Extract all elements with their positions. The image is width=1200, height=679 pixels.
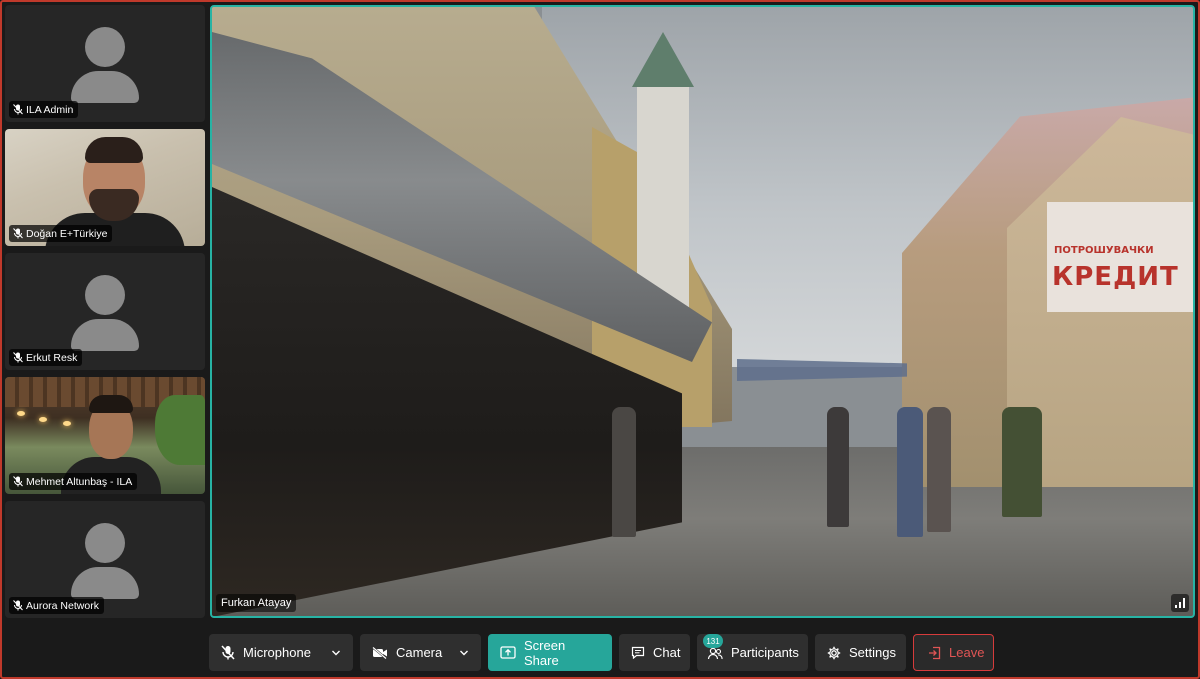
microphone-button[interactable]: Microphone — [243, 645, 311, 660]
video-pedestrian — [827, 407, 849, 527]
participant-tile[interactable]: Erkut Resk — [5, 253, 205, 370]
video-pedestrian — [927, 407, 951, 532]
video-frame: ПОТРОШУВАЧКИ КРЕДИТ — [212, 7, 1193, 616]
mic-muted-icon — [13, 476, 23, 487]
video-planter — [1002, 407, 1042, 517]
participant-name: ILA Admin — [26, 103, 74, 116]
camera-control: Camera — [360, 634, 481, 671]
screen-share-button[interactable]: Screen Share — [488, 634, 612, 671]
active-speaker-video[interactable]: ПОТРОШУВАЧКИ КРЕДИТ Furkan Atayay — [210, 5, 1195, 618]
video-background-light — [63, 421, 71, 426]
participant-name: Erkut Resk — [26, 351, 78, 364]
participant-name: Mehmet Altunbaş - ILA — [26, 475, 133, 488]
microphone-control: Microphone — [209, 634, 353, 671]
gear-icon — [827, 646, 841, 659]
settings-label: Settings — [849, 645, 896, 660]
video-shop-sign-top: ПОТРОШУВАЧКИ — [1054, 245, 1154, 256]
avatar-placeholder-body — [71, 71, 139, 103]
mic-muted-icon — [13, 228, 23, 239]
avatar-placeholder-icon — [85, 27, 125, 67]
participant-name-tag: Erkut Resk — [9, 349, 83, 366]
participants-button[interactable]: Participants 131 — [697, 634, 808, 671]
participants-label: Participants — [731, 645, 799, 660]
camera-button[interactable]: Camera — [396, 645, 442, 660]
mic-muted-icon — [13, 600, 23, 611]
video-person-hair — [85, 137, 143, 163]
chat-icon — [631, 646, 645, 659]
participant-name: Doğan E+Türkiye — [26, 227, 108, 240]
video-tower-roof — [632, 32, 694, 87]
participant-name-tag: Doğan E+Türkiye — [9, 225, 113, 242]
participant-tile[interactable]: Aurora Network — [5, 501, 205, 618]
screen-share-label: Screen Share — [524, 637, 566, 668]
video-tower — [637, 87, 689, 307]
avatar-placeholder-body — [71, 319, 139, 351]
video-shop-sign — [1047, 202, 1193, 312]
leave-label: Leave — [949, 645, 985, 660]
active-speaker-name: Furkan Atayay — [216, 594, 297, 612]
participant-tile[interactable]: Mehmet Altunbaş - ILA — [5, 377, 205, 494]
chat-button[interactable]: Chat — [619, 634, 690, 671]
meeting-toolbar: Microphone Camera Screen Share Chat Part… — [0, 626, 1200, 679]
participant-name: Aurora Network — [26, 599, 99, 612]
mic-muted-icon — [13, 104, 23, 115]
participant-tile[interactable]: ILA Admin — [5, 5, 205, 122]
video-pedestrian — [897, 407, 923, 537]
leave-icon — [929, 646, 941, 659]
participant-name-tag: Mehmet Altunbaş - ILA — [9, 473, 138, 490]
participant-tile[interactable]: Doğan E+Türkiye — [5, 129, 205, 246]
settings-button[interactable]: Settings — [815, 634, 906, 671]
mic-muted-icon — [221, 645, 235, 660]
connection-signal-icon[interactable] — [1171, 594, 1189, 612]
chat-label: Chat — [653, 645, 681, 660]
video-person-hair — [89, 395, 133, 413]
screen-share-icon — [500, 645, 516, 659]
chevron-down-icon[interactable] — [459, 648, 469, 658]
video-background-light — [17, 411, 25, 416]
participant-name-tag: ILA Admin — [9, 101, 79, 118]
chevron-down-icon[interactable] — [331, 648, 341, 658]
mic-muted-icon — [13, 352, 23, 363]
participant-name-tag: Aurora Network — [9, 597, 104, 614]
participants-count-badge: 131 — [703, 634, 723, 648]
avatar-placeholder-icon — [85, 275, 125, 315]
video-pedestrian — [612, 407, 636, 537]
video-shop-sign-text: КРЕДИТ — [1052, 262, 1179, 292]
avatar-placeholder-body — [71, 567, 139, 599]
video-background-light — [39, 417, 47, 422]
leave-button[interactable]: Leave — [913, 634, 994, 671]
avatar-placeholder-icon — [85, 523, 125, 563]
video-background-plant — [155, 395, 205, 465]
camera-off-icon — [372, 646, 387, 659]
